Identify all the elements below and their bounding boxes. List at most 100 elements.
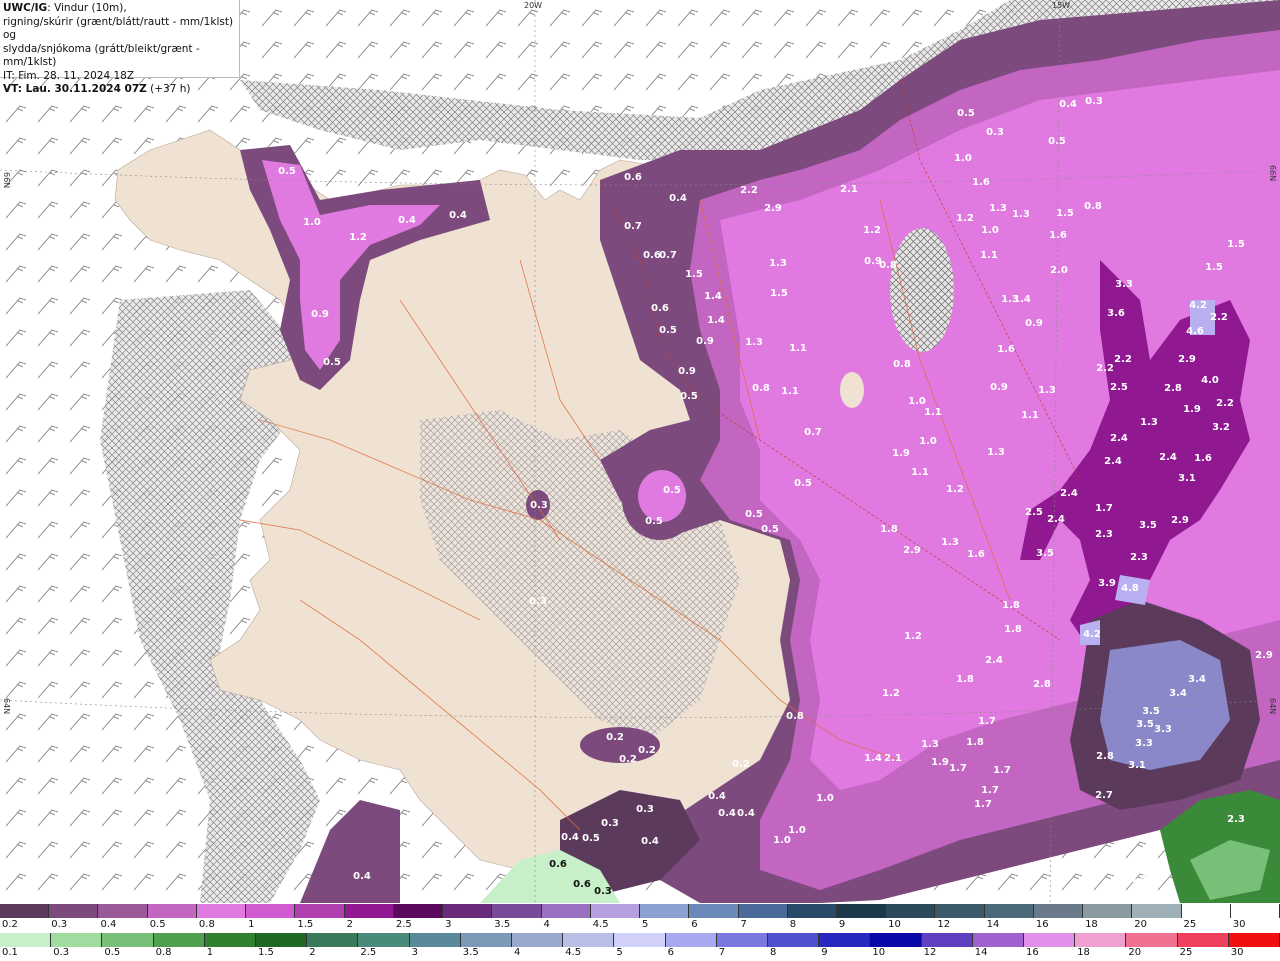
precip-value-label: 3.3 bbox=[1154, 724, 1172, 735]
legend-label: 18 bbox=[1077, 947, 1090, 958]
init-time: IT: Fim. 28. 11. 2024 18Z bbox=[3, 69, 135, 82]
legend-label: 2 bbox=[346, 919, 353, 930]
precip-value-label: 1.2 bbox=[863, 225, 881, 236]
legend-label: 2.5 bbox=[395, 919, 412, 930]
precip-value-label: 0.4 bbox=[449, 210, 467, 221]
legend-swatch bbox=[1228, 933, 1280, 947]
precip-value-label: 1.6 bbox=[1194, 453, 1212, 464]
precip-value-label: 3.1 bbox=[1178, 473, 1196, 484]
legend-label: 12 bbox=[937, 919, 951, 930]
precip-value-label: 2.4 bbox=[1060, 488, 1078, 499]
precip-value-label: 1.3 bbox=[1140, 417, 1158, 428]
precip-value-label: 0.4 bbox=[718, 808, 736, 819]
legend-label: 0.4 bbox=[100, 919, 117, 930]
precip-value-label: 0.5 bbox=[582, 833, 600, 844]
precip-value-label: 1.6 bbox=[972, 177, 990, 188]
precip-value-label: 2.2 bbox=[740, 185, 758, 196]
precip-value-label: 1.9 bbox=[1183, 404, 1201, 415]
precip-value-label: 1.0 bbox=[919, 436, 937, 447]
precip-value-label: 0.4 bbox=[561, 832, 579, 843]
precip-value-label: 0.3 bbox=[601, 818, 619, 829]
precip-value-label: 1.0 bbox=[816, 793, 834, 804]
precip-value-label: 0.3 bbox=[529, 596, 547, 607]
precip-value-label: 0.6 bbox=[624, 172, 642, 183]
precip-value-label: 3.6 bbox=[1107, 308, 1125, 319]
precip-value-label: 2.1 bbox=[840, 184, 858, 195]
precip-value-label: 3.3 bbox=[1135, 738, 1153, 749]
legend-label: 9 bbox=[821, 947, 828, 958]
precip-value-label: 2.7 bbox=[1095, 790, 1113, 801]
legend-swatch bbox=[738, 904, 788, 918]
precip-value-label: 2.0 bbox=[1050, 265, 1068, 276]
precip-value-label: 0.5 bbox=[659, 325, 677, 336]
legend-swatch bbox=[344, 904, 394, 918]
legend-swatch bbox=[1126, 933, 1178, 947]
legend-swatch bbox=[787, 904, 837, 918]
legend-snow-colorbar bbox=[0, 904, 1280, 918]
precip-value-label: 1.4 bbox=[707, 315, 725, 326]
precip-value-label: 1.5 bbox=[685, 269, 703, 280]
precip-value-label: 0.5 bbox=[794, 478, 812, 489]
precip-value-label: 4.0 bbox=[1201, 375, 1219, 386]
precip-value-label: 0.3 bbox=[1085, 96, 1103, 107]
legend-swatch bbox=[295, 904, 345, 918]
precip-value-label: 2.9 bbox=[764, 203, 782, 214]
legend-label: 0.2 bbox=[2, 919, 18, 930]
precip-value-label: 1.7 bbox=[993, 765, 1011, 776]
legend-swatch bbox=[1177, 933, 1229, 947]
precip-value-label: 2.5 bbox=[1025, 507, 1043, 518]
legend-swatch bbox=[972, 933, 1025, 947]
precip-value-label: 2.9 bbox=[1171, 515, 1189, 526]
precip-value-label: 0.4 bbox=[708, 791, 726, 802]
lat-label-right-64: 64N bbox=[1268, 698, 1277, 714]
precip-value-label: 0.2 bbox=[619, 754, 637, 765]
precip-value-label: 0.4 bbox=[641, 836, 659, 847]
legend-swatch bbox=[1230, 904, 1280, 918]
legend-label: 14 bbox=[986, 919, 1000, 930]
precip-value-label: 3.4 bbox=[1188, 674, 1206, 685]
model-name: UWC/IG bbox=[3, 2, 48, 14]
legend-swatch bbox=[1033, 904, 1084, 918]
precip-value-label: 0.6 bbox=[651, 303, 669, 314]
lat-label-left-64: 64N bbox=[2, 698, 11, 714]
precip-value-label: 0.8 bbox=[752, 383, 770, 394]
legend-swatch bbox=[492, 904, 542, 918]
precip-value-label: 0.7 bbox=[804, 427, 822, 438]
legend-label: 6 bbox=[667, 947, 674, 958]
precip-value-label: 0.4 bbox=[1129, 874, 1147, 885]
legend-label: 0.8 bbox=[155, 947, 172, 958]
precip-value-label: 2.4 bbox=[1104, 456, 1122, 467]
legend-swatch bbox=[512, 933, 564, 947]
precip-value-label: 1.7 bbox=[974, 799, 992, 810]
precip-value-label: 1.9 bbox=[892, 448, 910, 459]
precip-value-label: 1.3 bbox=[1012, 209, 1030, 220]
legend-swatch bbox=[196, 904, 247, 918]
legend-label: 4.5 bbox=[592, 919, 609, 930]
precip-value-label: 1.0 bbox=[954, 153, 972, 164]
precip-value-label: 2.8 bbox=[1164, 383, 1182, 394]
legend-label: 20 bbox=[1128, 947, 1142, 958]
legend-swatch bbox=[1181, 904, 1231, 918]
legend-swatch bbox=[716, 933, 769, 947]
precip-value-label: 1.3 bbox=[745, 337, 763, 348]
precip-value-label: 0.4 bbox=[1059, 99, 1077, 110]
legend-swatch bbox=[689, 904, 739, 918]
precip-value-label: 1.4 bbox=[864, 753, 882, 764]
precip-value-label: 1.7 bbox=[981, 785, 999, 796]
legend-swatch bbox=[409, 933, 461, 947]
map-title-box: UWC/IG: Vindur (10m), rigning/skúrir (gr… bbox=[0, 0, 240, 95]
precip-value-label: 0.8 bbox=[893, 359, 911, 370]
precip-value-label: 2.9 bbox=[1255, 650, 1273, 661]
precip-value-label: 0.5 bbox=[957, 108, 975, 119]
legend-swatch bbox=[1132, 904, 1182, 918]
precip-value-label: 0.8 bbox=[879, 260, 897, 271]
legend-label: 30 bbox=[1232, 919, 1246, 930]
precip-value-label: 1.2 bbox=[349, 232, 367, 243]
precip-value-label: 4.2 bbox=[1083, 629, 1101, 640]
precip-value-label: 0.7 bbox=[659, 250, 677, 261]
legend-label: 8 bbox=[770, 947, 777, 958]
legend-label: 6 bbox=[691, 919, 698, 930]
precip-value-label: 4.2 bbox=[1189, 300, 1207, 311]
legend-swatch bbox=[307, 933, 359, 947]
legend-label: 1.5 bbox=[297, 919, 314, 930]
